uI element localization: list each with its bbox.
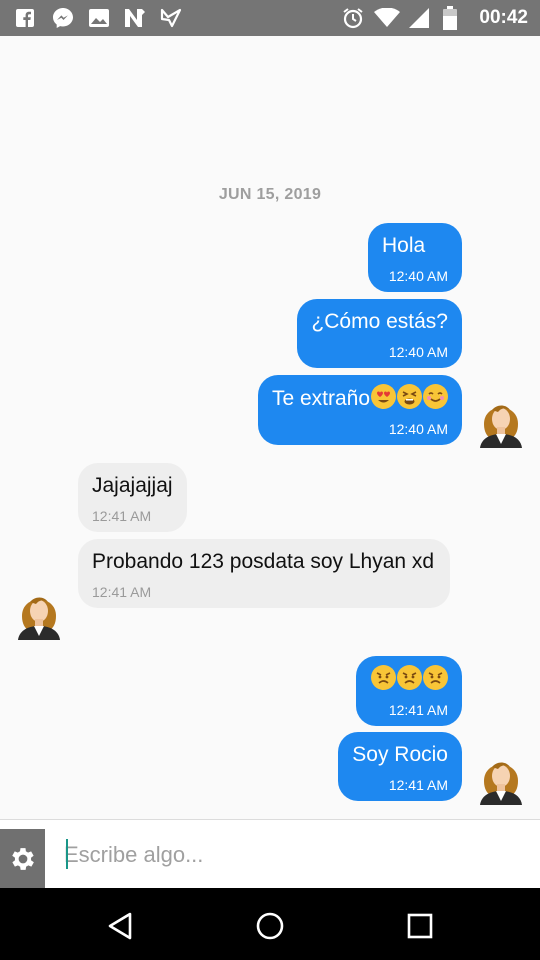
back-icon bbox=[108, 912, 132, 940]
message-bubble-outgoing[interactable]: ¿Cómo estás? 12:40 AM bbox=[297, 299, 462, 368]
message-time: 12:40 AM bbox=[388, 268, 448, 284]
avatar[interactable] bbox=[476, 394, 526, 448]
wifi-icon bbox=[374, 7, 400, 29]
message-text: Jajajajjaj bbox=[92, 474, 173, 497]
chat-area[interactable]: JUN 15, 2019 Hola 12:40 AM ¿Cómo estás? … bbox=[0, 36, 540, 819]
message-text: Probando 123 posdata soy Lhyan xd bbox=[92, 550, 435, 573]
message-text: Hola bbox=[382, 234, 426, 257]
alarm-icon bbox=[342, 7, 364, 29]
angry-emoji-icon bbox=[423, 665, 448, 690]
message-bubble-outgoing[interactable]: Te extraño 12:40 AM bbox=[257, 375, 462, 445]
message-bubble-incoming[interactable]: Probando 123 posdata soy Lhyan xd 12:41 … bbox=[78, 539, 450, 608]
settings-button[interactable] bbox=[0, 829, 45, 889]
tired-emoji-icon bbox=[397, 384, 422, 409]
message-time: 12:40 AM bbox=[388, 344, 448, 360]
home-icon bbox=[256, 912, 284, 940]
heart-eyes-emoji-icon bbox=[371, 384, 396, 409]
smiling-emoji-icon bbox=[423, 384, 448, 409]
status-time: 00:42 bbox=[479, 7, 528, 28]
home-button[interactable] bbox=[252, 908, 288, 944]
gear-icon bbox=[11, 848, 34, 870]
facebook-icon bbox=[14, 7, 36, 29]
message-time: 12:41 AM bbox=[92, 584, 152, 600]
message-time: 12:41 AM bbox=[388, 702, 448, 718]
message-time: 12:40 AM bbox=[388, 421, 448, 437]
recents-button[interactable] bbox=[402, 908, 438, 944]
message-time: 12:41 AM bbox=[388, 777, 448, 793]
message-input[interactable] bbox=[64, 838, 524, 872]
message-bubble-outgoing[interactable]: Hola 12:40 AM bbox=[368, 223, 462, 292]
angry-emoji-icon bbox=[397, 665, 422, 690]
message-bubble-outgoing[interactable]: Soy Rocio 12:41 AM bbox=[338, 732, 462, 801]
recents-icon bbox=[407, 913, 433, 939]
message-composer bbox=[0, 819, 540, 889]
text-cursor bbox=[66, 839, 68, 869]
angry-emoji-icon bbox=[371, 665, 396, 690]
message-bubble-outgoing[interactable]: 12:41 AM bbox=[356, 656, 462, 726]
n-app-icon bbox=[124, 7, 146, 29]
status-bar: 00:42 bbox=[0, 0, 540, 36]
date-separator: JUN 15, 2019 bbox=[218, 186, 322, 203]
message-bubble-incoming[interactable]: Jajajajjaj 12:41 AM bbox=[78, 463, 187, 532]
inbox-icon bbox=[160, 7, 182, 29]
message-text: Te extraño bbox=[271, 387, 370, 410]
battery-icon bbox=[442, 6, 458, 30]
message-text: Soy Rocio bbox=[352, 743, 448, 766]
gallery-icon bbox=[88, 7, 110, 29]
navigation-bar bbox=[0, 888, 540, 960]
message-time: 12:41 AM bbox=[92, 508, 152, 524]
message-text: ¿Cómo estás? bbox=[311, 310, 448, 333]
back-button[interactable] bbox=[102, 908, 138, 944]
avatar[interactable] bbox=[14, 586, 64, 640]
avatar[interactable] bbox=[476, 751, 526, 805]
signal-icon bbox=[408, 7, 430, 29]
messenger-icon bbox=[52, 7, 74, 29]
